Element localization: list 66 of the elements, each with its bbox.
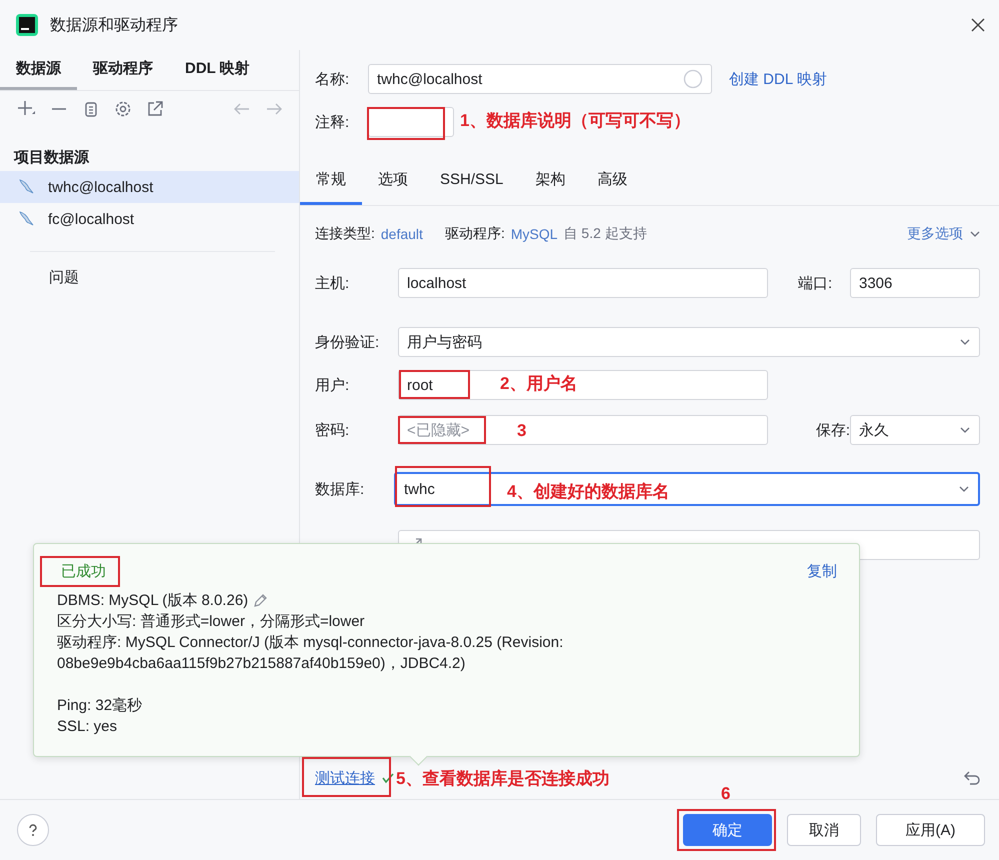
annotation-text: 4、创建好的数据库名 (507, 481, 670, 503)
field-label: 端口: (798, 274, 834, 292)
dialog-button[interactable]: 确定 (683, 814, 772, 846)
connection-type-label: 连接类型: (315, 225, 375, 243)
data-source-name: twhc@localhost (48, 178, 154, 196)
dolphin-icon (18, 210, 36, 228)
tab[interactable]: 驱动程序 (77, 50, 169, 90)
comment-field[interactable] (368, 107, 454, 137)
section-title: 项目数据源 (14, 148, 90, 168)
check-icon (381, 771, 395, 785)
highlight-frame (399, 370, 470, 399)
problems-item[interactable]: 问题 (49, 268, 79, 287)
tab[interactable]: 高级 (581, 157, 644, 205)
field-label: 用户: (315, 376, 350, 394)
tab[interactable]: 选项 (362, 157, 424, 205)
pencil-icon[interactable] (252, 592, 268, 608)
field-label: 密码: (315, 420, 350, 440)
app-logo-icon (16, 14, 38, 36)
dolphin-icon (18, 178, 36, 196)
result-line: Ping: 32毫秒 (57, 696, 144, 716)
auth-dropdown[interactable]: 用户与密码 (398, 327, 980, 357)
driver-label: 驱动程序: (444, 225, 505, 243)
result-line: DBMS: MySQL (版本 8.0.26) (57, 591, 248, 611)
tab[interactable]: DDL 映射 (169, 50, 266, 90)
tab[interactable]: 常规 (300, 157, 362, 205)
field-label: 注释: (315, 112, 350, 132)
annotation-text: 3 (517, 421, 526, 441)
annotation-text: 6 (721, 784, 730, 804)
copy-link[interactable]: 复制 (807, 562, 837, 580)
test-connection-link[interactable]: 测试连接 (315, 768, 375, 788)
window-title: 数据源和驱动程序 (50, 16, 178, 36)
help-button[interactable] (17, 814, 49, 846)
field-label: 数据库: (315, 480, 366, 498)
dialog-button[interactable]: 应用(A) (876, 814, 985, 846)
tab[interactable]: 数据源 (0, 50, 77, 90)
field-label: 身份验证: (315, 332, 380, 352)
name-field[interactable]: twhc@localhost (368, 64, 712, 94)
field-label: 主机: (315, 274, 350, 292)
driver-link[interactable]: MySQL (510, 226, 558, 242)
port-field[interactable]: 3306 (850, 268, 980, 298)
more-options-link[interactable]: 更多选项 (907, 225, 981, 243)
undo-icon[interactable] (963, 769, 981, 787)
result-line: SSL: yes (57, 717, 118, 737)
data-source-item[interactable]: fc@localhost (0, 203, 299, 235)
annotation-text: 5、查看数据库是否连接成功 (396, 768, 610, 790)
host-field[interactable]: localhost (398, 268, 768, 298)
field-label: 保存: (814, 420, 850, 440)
color-circle-icon[interactable] (683, 69, 703, 89)
close-icon[interactable] (971, 18, 985, 32)
create-ddl-link[interactable]: 创建 DDL 映射 (729, 70, 827, 88)
driver-note: 自 5.2 起支持 (564, 225, 647, 243)
success-status: 已成功 (61, 562, 106, 580)
save-dropdown[interactable]: 永久 (850, 415, 980, 445)
settings-icon[interactable] (114, 100, 132, 118)
field-label: 名称: (315, 70, 350, 88)
result-line: 区分大小写: 普通形式=lower，分隔形式=lower (57, 612, 366, 632)
tab[interactable]: SSH/SSL (424, 157, 520, 205)
tab[interactable]: 架构 (519, 157, 582, 205)
annotation-text: 1、数据库说明（可写可不写） (460, 110, 690, 132)
open-external-icon[interactable] (146, 100, 164, 118)
dialog-button[interactable]: 取消 (787, 814, 861, 846)
connection-type-link[interactable]: default (380, 226, 423, 242)
data-source-name: fc@localhost (48, 210, 134, 228)
result-line: 驱动程序: MySQL Connector/J (版本 mysql-connector-java-8.0.25 (Revision: 08be9e9b4cba6aa115f9b27b215887af40b159e0)，JDBC4.2) (57, 633, 564, 674)
data-source-item[interactable]: twhc@localhost (0, 171, 299, 203)
annotation-text: 2、用户名 (500, 373, 578, 395)
